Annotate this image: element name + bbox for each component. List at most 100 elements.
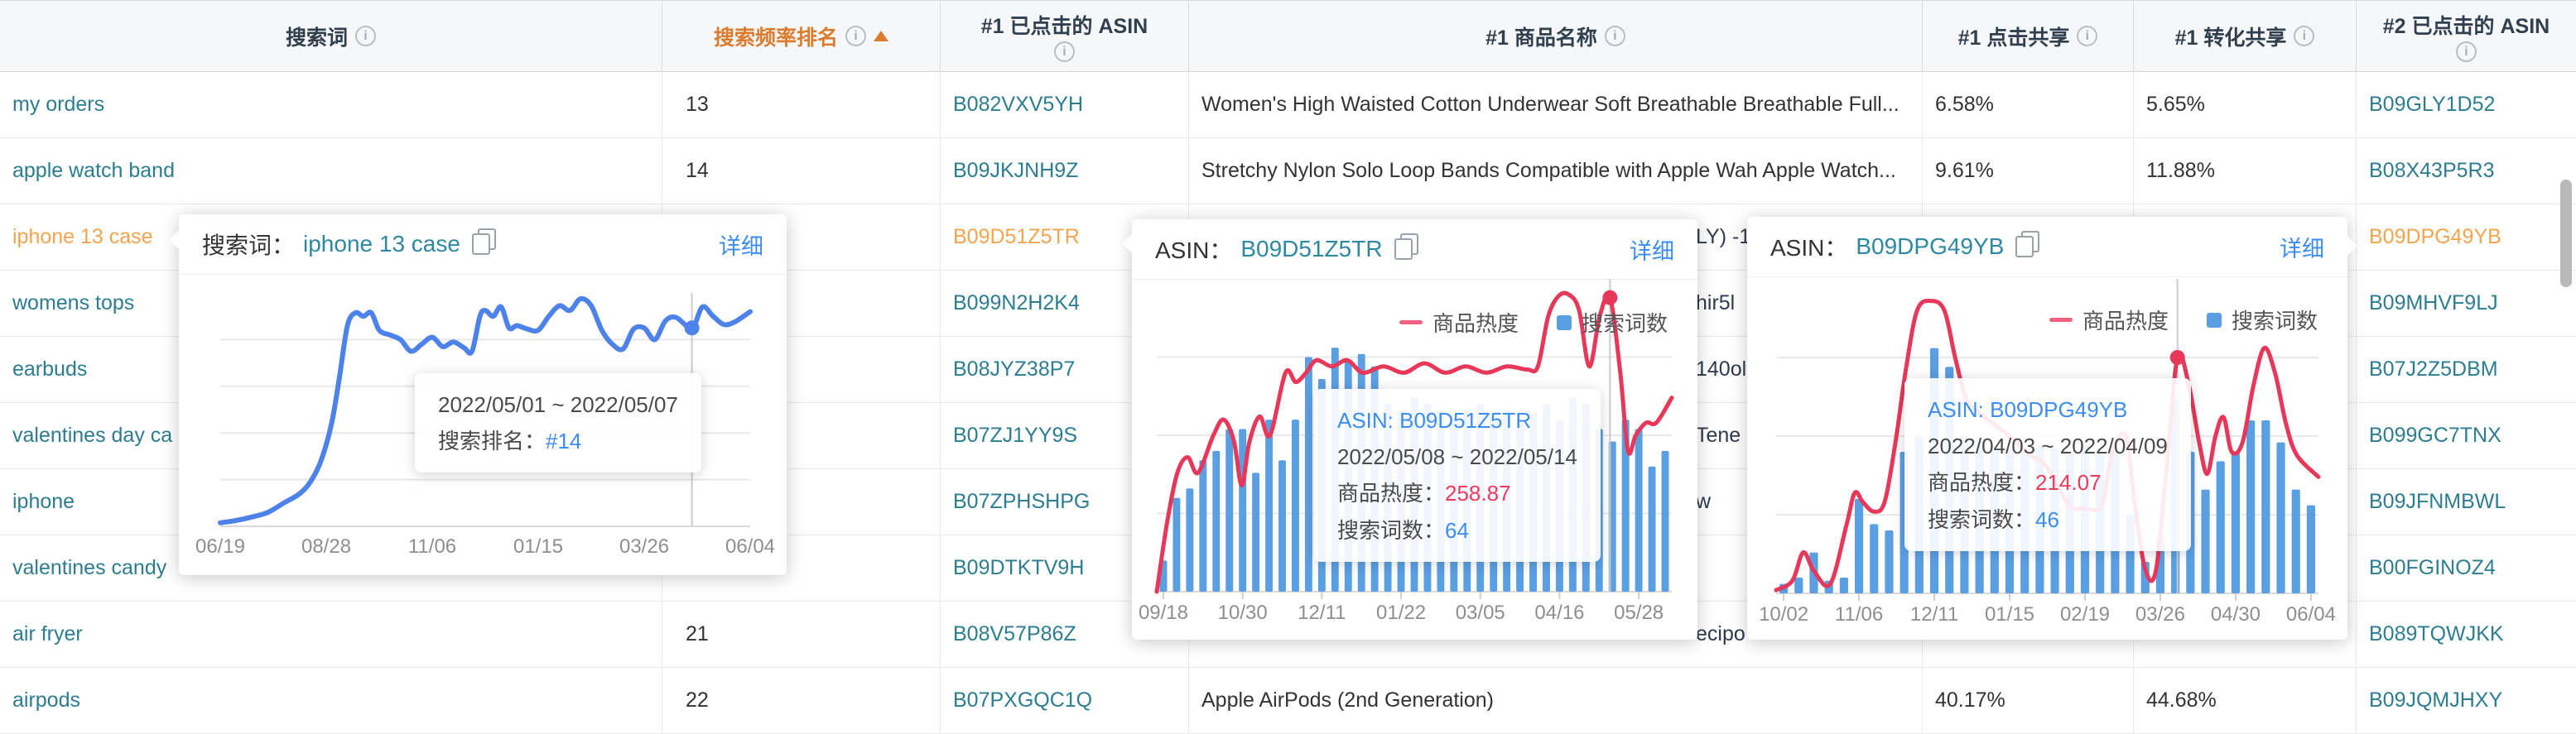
vertical-scrollbar-thumb[interactable] [2560, 180, 2572, 287]
click-share-1-value: 40.17% [1935, 688, 2005, 712]
copy-icon[interactable] [1394, 238, 1413, 260]
search-frequency-rank-value: 13 [686, 93, 709, 117]
tooltip-metric-value: 258.87 [1445, 481, 1511, 506]
column-header-label: #1 转化共享 [2175, 22, 2287, 51]
search-term-link[interactable]: airpods [12, 688, 80, 712]
search-term-link[interactable]: my orders [12, 93, 104, 117]
info-icon[interactable] [2294, 26, 2314, 46]
x-axis-label: 06/04 [2286, 603, 2336, 626]
search-term-link[interactable]: valentines candy [12, 556, 166, 580]
clicked-asin-2-link[interactable]: B09GLY1D52 [2369, 93, 2495, 117]
tooltip-metric-label: 搜索排名： [438, 429, 546, 453]
x-axis-label: 11/06 [408, 535, 456, 559]
popup-title-value: B09D51Z5TR [1240, 236, 1382, 262]
column-header-clicked-asin-1[interactable]: #1 已点击的 ASIN [941, 1, 1189, 71]
column-header-label: 搜索频率排名 [714, 22, 838, 51]
clicked-asin-1-link[interactable]: B09DTKTV9H [953, 556, 1084, 580]
legend-item-search-terms[interactable]: 搜索词数 [1557, 307, 1668, 338]
tooltip-metric-value: 214.07 [2035, 470, 2102, 495]
search-term-link[interactable]: womens tops [12, 291, 134, 315]
x-axis-label: 12/11 [1910, 603, 1958, 626]
x-axis-label: 12/11 [1298, 602, 1346, 625]
column-header-label: #1 点击共享 [1958, 22, 2070, 51]
x-axis-label: 08/28 [301, 535, 351, 559]
product-name-1: Apple AirPods (2nd Generation) [1201, 688, 1494, 712]
search-term-link[interactable]: iphone [12, 490, 75, 514]
tooltip-asin: ASIN: B09D51Z5TR [1337, 402, 1577, 439]
x-axis-label: 06/19 [195, 535, 245, 559]
legend-label: 搜索词数 [2232, 305, 2318, 335]
clicked-asin-1-link[interactable]: B099N2H2K4 [953, 291, 1080, 315]
clicked-asin-2-link[interactable]: B099GC7TNX [2369, 424, 2501, 448]
search-term-link[interactable]: air fryer [12, 622, 83, 646]
column-header-product-name-1[interactable]: #1 商品名称 [1189, 1, 1923, 71]
search-term-trend-popup: 搜索词： iphone 13 case 详细 06/1908/2811/0601… [179, 214, 787, 575]
search-term-link[interactable]: earbuds [12, 357, 87, 381]
x-axis-label: 01/22 [1376, 602, 1426, 625]
copy-icon[interactable] [2015, 236, 2034, 257]
table-row: apple watch band 14 B09JKJNH9Z Stretchy … [0, 138, 2576, 204]
search-term-link[interactable]: valentines day ca [12, 424, 172, 448]
info-icon[interactable] [2077, 26, 2097, 46]
legend-item-search-terms[interactable]: 搜索词数 [2207, 305, 2318, 335]
column-header-clicked-asin-2[interactable]: #2 已点击的 ASIN [2357, 1, 2576, 71]
bar-marker-icon [1557, 315, 1572, 330]
detail-link[interactable]: 详细 [1630, 233, 1674, 266]
clicked-asin-2-link[interactable]: B00FGINOZ4 [2369, 556, 2496, 580]
copy-icon[interactable] [472, 233, 490, 255]
clicked-asin-1-link[interactable]: B08JYZ38P7 [953, 357, 1075, 381]
popup-title-value: B09DPG49YB [1856, 233, 2004, 260]
column-header-click-share-1[interactable]: #1 点击共享 [1923, 1, 2134, 71]
info-icon[interactable] [355, 26, 376, 46]
x-axis-label: 10/02 [1759, 603, 1808, 626]
clicked-asin-1-link[interactable]: B09JKJNH9Z [953, 159, 1078, 183]
clicked-asin-2-link[interactable]: B09JQMJHXY [2369, 688, 2502, 712]
tooltip-metric-label: 搜索词数： [1337, 518, 1445, 543]
tooltip-metric-label: 商品热度： [1928, 470, 2035, 495]
product-name-1-fragment: ecipo [1696, 602, 1745, 667]
popup-title-label: ASIN： [1770, 230, 1847, 263]
clicked-asin-2-link[interactable]: B089TQWJKK [2369, 622, 2504, 646]
clicked-asin-2-link[interactable]: B09DPG49YB [2369, 225, 2501, 249]
legend-item-product-heat[interactable]: 商品热度 [1399, 307, 1519, 338]
search-term-link[interactable]: apple watch band [12, 159, 175, 183]
column-header-search-term[interactable]: 搜索词 [0, 1, 662, 71]
clicked-asin-2-link[interactable]: B08X43P5R3 [2369, 159, 2495, 183]
product-name-1: Women's High Waisted Cotton Underwear So… [1201, 93, 1899, 117]
click-share-1-value: 6.58% [1935, 93, 1994, 117]
popup-header: ASIN： B09D51Z5TR 详细 [1132, 219, 1697, 280]
tooltip-date-range: 2022/05/08 ~ 2022/05/14 [1337, 439, 1577, 475]
info-icon[interactable] [2456, 41, 2477, 62]
clicked-asin-2-link[interactable]: B09MHVF9LJ [2369, 291, 2498, 315]
x-axis-label: 10/30 [1218, 602, 1268, 625]
column-header-search-frequency-rank[interactable]: 搜索频率排名 [662, 1, 941, 71]
clicked-asin-2-link[interactable]: B07J2Z5DBM [2369, 357, 2498, 381]
popup-title-label: 搜索词： [202, 228, 295, 261]
popup-header: 搜索词： iphone 13 case 详细 [179, 214, 787, 275]
clicked-asin-2-link[interactable]: B09JFNMBWL [2369, 490, 2506, 514]
clicked-asin-1-link[interactable]: B07PXGQC1Q [953, 688, 1092, 712]
legend-item-product-heat[interactable]: 商品热度 [2049, 305, 2169, 335]
info-icon[interactable] [845, 26, 866, 46]
info-icon[interactable] [1605, 26, 1625, 46]
sort-asc-icon[interactable] [874, 31, 888, 41]
chart-tooltip: ASIN: B09DPG49YB 2022/04/03 ~ 2022/04/09… [1904, 378, 2191, 551]
search-term-link[interactable]: iphone 13 case [12, 225, 153, 249]
column-header-conversion-share-1[interactable]: #1 转化共享 [2134, 1, 2357, 71]
x-axis-label: 03/05 [1456, 602, 1505, 625]
table-row: airpods 22 B07PXGQC1Q Apple AirPods (2nd… [0, 668, 2576, 734]
line-marker-icon [1399, 320, 1423, 324]
clicked-asin-1-link[interactable]: B07ZPHSHPG [953, 490, 1090, 514]
chart-tooltip: ASIN: B09D51Z5TR 2022/05/08 ~ 2022/05/14… [1314, 389, 1601, 562]
tooltip-asin: ASIN: B09DPG49YB [1928, 391, 2168, 428]
clicked-asin-1-link[interactable]: B07ZJ1YY9S [953, 424, 1077, 448]
column-header-label: #2 已点击的 ASIN [2383, 10, 2550, 40]
detail-link[interactable]: 详细 [2280, 231, 2324, 263]
clicked-asin-1-link[interactable]: B082VXV5YH [953, 93, 1083, 117]
detail-link[interactable]: 详细 [719, 228, 763, 261]
clicked-asin-1-link[interactable]: B09D51Z5TR [953, 225, 1080, 249]
info-icon[interactable] [1054, 41, 1075, 62]
popup-header: ASIN： B09DPG49YB 详细 [1747, 217, 2347, 277]
clicked-asin-1-link[interactable]: B08V57P86Z [953, 622, 1076, 646]
column-header-label: #1 商品名称 [1485, 22, 1597, 51]
